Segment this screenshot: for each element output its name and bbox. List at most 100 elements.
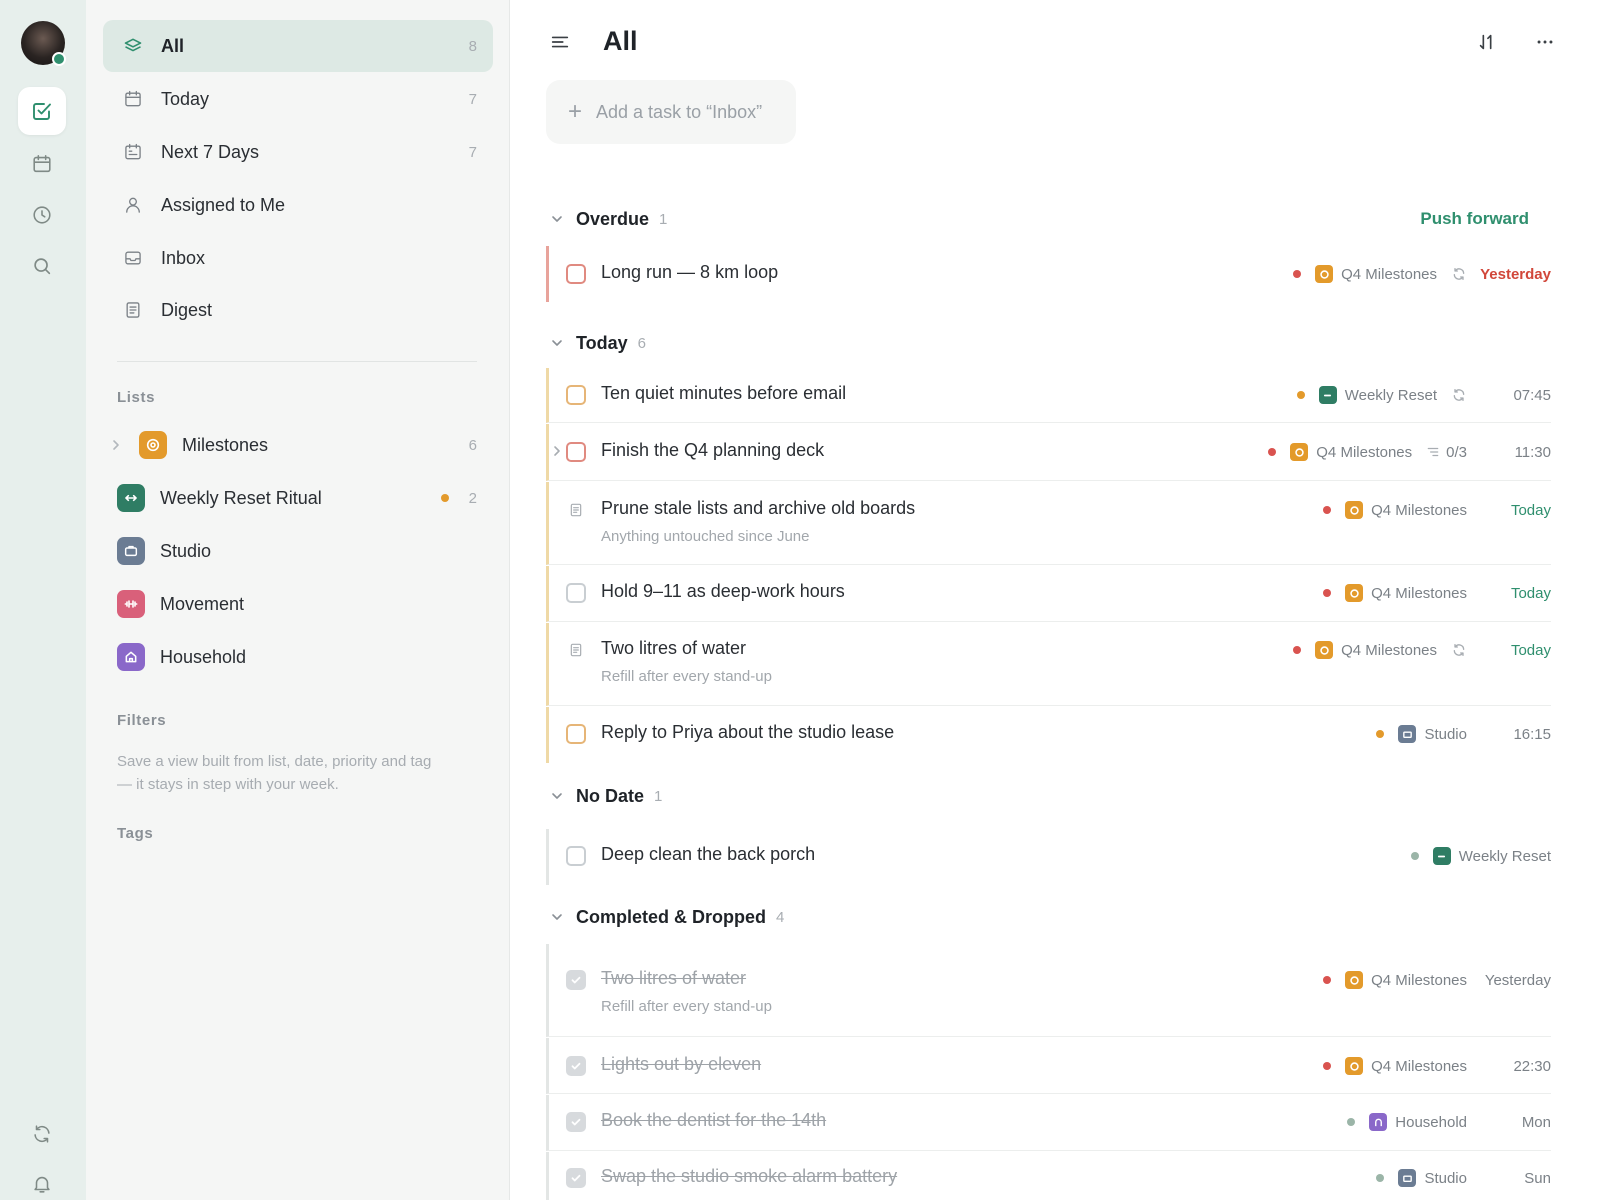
subtasks-indicator: 0/3 xyxy=(1426,444,1467,461)
task-title[interactable]: Lights out by eleven xyxy=(601,1054,761,1075)
task-row[interactable]: Prune stale lists and archive old boards… xyxy=(546,482,1551,565)
task-list-name[interactable]: Q4 Milestones xyxy=(1371,1058,1467,1075)
task-due-date[interactable]: Yesterday xyxy=(1467,266,1551,283)
task-checkbox-checked[interactable] xyxy=(566,1112,586,1132)
sidebar-list-movement[interactable]: Movement xyxy=(103,579,493,629)
sidebar-list-milestones[interactable]: Milestones 6 xyxy=(103,420,493,470)
task-due-date[interactable]: Today xyxy=(1467,585,1551,602)
task-checkbox[interactable] xyxy=(566,846,586,866)
task-meta: Q4 Milestones Today xyxy=(1323,498,1551,522)
task-due-time[interactable]: 07:45 xyxy=(1467,387,1551,404)
task-title[interactable]: Two litres of water xyxy=(601,638,746,659)
sidebar-item-next-7-days[interactable]: Next 7 Days 7 xyxy=(103,126,493,178)
task-checkbox[interactable] xyxy=(566,583,586,603)
more-options-button[interactable] xyxy=(1527,24,1563,60)
task-row[interactable]: Ten quiet minutes before email Weekly Re… xyxy=(546,368,1551,423)
task-checkbox[interactable] xyxy=(566,442,586,462)
task-note: Refill after every stand-up xyxy=(601,668,772,685)
task-list-name[interactable]: Studio xyxy=(1424,726,1467,743)
task-row[interactable]: Finish the Q4 planning deck Q4 Milestone… xyxy=(546,424,1551,481)
task-row[interactable]: Two litres of water Refill after every s… xyxy=(546,944,1551,1037)
chevron-right-icon[interactable] xyxy=(552,444,562,458)
task-row[interactable]: Deep clean the back porch Weekly Reset xyxy=(546,829,1551,885)
add-task-input[interactable]: + Add a task to “Inbox” xyxy=(546,80,796,144)
task-title[interactable]: Ten quiet minutes before email xyxy=(601,383,846,404)
task-row[interactable]: Lights out by eleven Q4 Milestones 22:30 xyxy=(546,1038,1551,1094)
task-checkbox-checked[interactable] xyxy=(566,970,586,990)
task-meta: Q4 Milestones 0/3 11:30 xyxy=(1268,440,1551,464)
chevron-down-icon[interactable] xyxy=(546,789,568,803)
task-title[interactable]: Swap the studio smoke alarm battery xyxy=(601,1166,897,1187)
task-due-date[interactable]: Today xyxy=(1467,502,1551,519)
rail-sync-button[interactable] xyxy=(18,1110,66,1158)
group-header-today[interactable]: Today 6 xyxy=(546,328,1551,358)
sidebar-item-assigned-to-me[interactable]: Assigned to Me xyxy=(103,179,493,231)
task-checkbox-checked[interactable] xyxy=(566,1056,586,1076)
sidebar-list-weekly-reset-ritual[interactable]: Weekly Reset Ritual 2 xyxy=(103,473,493,523)
sidebar-list-household[interactable]: Household xyxy=(103,632,493,682)
task-list-name[interactable]: Q4 Milestones xyxy=(1371,585,1467,602)
task-title[interactable]: Prune stale lists and archive old boards xyxy=(601,498,915,519)
sidebar-list-label: Weekly Reset Ritual xyxy=(160,487,322,508)
task-title[interactable]: Hold 9–11 as deep-work hours xyxy=(601,581,845,602)
task-title[interactable]: Two litres of water xyxy=(601,968,746,989)
sidebar-item-digest[interactable]: Digest xyxy=(103,284,493,336)
avatar[interactable] xyxy=(21,21,66,66)
rail-history-button[interactable] xyxy=(18,191,66,239)
group-header-completed[interactable]: Completed & Dropped 4 xyxy=(546,902,1551,932)
chevron-down-icon[interactable] xyxy=(546,910,568,924)
task-checkbox[interactable] xyxy=(566,724,586,744)
task-row[interactable]: Reply to Priya about the studio lease St… xyxy=(546,707,1551,763)
toggle-sidebar-button[interactable] xyxy=(542,24,578,60)
task-title[interactable]: Finish the Q4 planning deck xyxy=(601,440,824,461)
push-forward-button[interactable]: Push forward xyxy=(1420,209,1529,229)
repeat-icon xyxy=(1451,266,1467,282)
priority-dot xyxy=(1347,1118,1356,1126)
task-row[interactable]: Two litres of water Refill after every s… xyxy=(546,623,1551,706)
priority-dot xyxy=(1268,448,1277,456)
group-header-no-date[interactable]: No Date 1 xyxy=(546,781,1551,811)
filters-heading[interactable]: Filters xyxy=(117,712,166,729)
task-due-time[interactable]: 16:15 xyxy=(1467,726,1551,743)
task-due-time[interactable]: 11:30 xyxy=(1467,444,1551,461)
task-list-name[interactable]: Household xyxy=(1395,1114,1467,1131)
sidebar-item-label: Today xyxy=(161,88,210,109)
task-list-name[interactable]: Q4 Milestones xyxy=(1341,642,1437,659)
task-list-name[interactable]: Weekly Reset xyxy=(1459,848,1551,865)
task-title[interactable]: Long run — 8 km loop xyxy=(601,262,778,283)
rail-calendar-button[interactable] xyxy=(18,140,66,188)
rail-notifications-button[interactable] xyxy=(18,1160,66,1200)
tags-heading[interactable]: Tags xyxy=(117,825,153,842)
task-checkbox[interactable] xyxy=(566,385,586,405)
task-list-name[interactable]: Q4 Milestones xyxy=(1341,266,1437,283)
sidebar-item-all[interactable]: All 8 xyxy=(103,20,493,72)
task-list-name[interactable]: Weekly Reset xyxy=(1345,387,1437,404)
sidebar-list-studio[interactable]: Studio xyxy=(103,526,493,576)
task-due-date[interactable]: Today xyxy=(1467,642,1551,659)
chevron-right-icon[interactable] xyxy=(111,438,121,457)
rail-tasks-button[interactable] xyxy=(18,87,66,135)
task-row[interactable]: Book the dentist for the 14th Household … xyxy=(546,1095,1551,1151)
task-row[interactable]: Hold 9–11 as deep-work hours Q4 Mileston… xyxy=(546,566,1551,622)
sidebar-item-inbox[interactable]: Inbox xyxy=(103,232,493,284)
chevron-down-icon[interactable] xyxy=(546,336,568,350)
chevron-down-icon[interactable] xyxy=(546,212,568,226)
sidebar-item-label: Digest xyxy=(161,299,213,320)
task-list-name[interactable]: Q4 Milestones xyxy=(1371,972,1467,989)
task-row[interactable]: Long run — 8 km loop Q4 Milestones Yeste… xyxy=(546,246,1551,302)
task-checkbox[interactable] xyxy=(566,264,586,284)
task-title[interactable]: Deep clean the back porch xyxy=(601,844,815,865)
sidebar-list-count: 6 xyxy=(468,436,477,454)
task-list-name[interactable]: Q4 Milestones xyxy=(1316,444,1412,461)
task-title[interactable]: Reply to Priya about the studio lease xyxy=(601,722,894,743)
rail-search-button[interactable] xyxy=(18,242,66,290)
task-list-name[interactable]: Q4 Milestones xyxy=(1371,502,1467,519)
task-row[interactable]: Swap the studio smoke alarm battery Stud… xyxy=(546,1152,1551,1200)
sort-button[interactable] xyxy=(1469,24,1505,60)
group-header-overdue[interactable]: Overdue 1 Push forward xyxy=(546,204,1551,234)
repeat-icon xyxy=(1451,642,1467,658)
task-title[interactable]: Book the dentist for the 14th xyxy=(601,1110,826,1131)
task-list-name[interactable]: Studio xyxy=(1424,1170,1467,1187)
sidebar-item-today[interactable]: Today 7 xyxy=(103,73,493,125)
task-checkbox-checked[interactable] xyxy=(566,1168,586,1188)
